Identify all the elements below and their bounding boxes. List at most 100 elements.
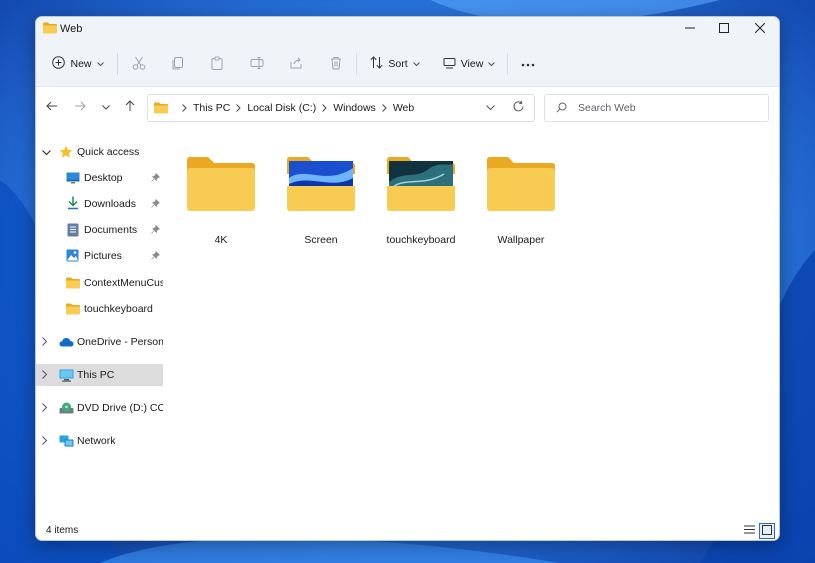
- folder-icon: [66, 277, 80, 289]
- back-button[interactable]: [42, 97, 62, 117]
- minimize-icon: [685, 23, 695, 36]
- toolbar-divider: [507, 53, 508, 75]
- pictures-icon: [66, 249, 79, 262]
- folder-item-touchkeyboard[interactable]: touchkeyboard: [373, 146, 469, 246]
- sidebar-item-onedrive[interactable]: OneDrive - Personal: [36, 331, 163, 353]
- cut-icon: [132, 56, 146, 73]
- close-icon: [754, 22, 766, 36]
- sidebar-item-desktop[interactable]: Desktop: [36, 167, 163, 189]
- arrow-up-icon: [125, 99, 135, 115]
- command-bar: New Sort View: [36, 41, 779, 87]
- minimize-button[interactable]: [673, 17, 707, 41]
- breadcrumb-this-pc[interactable]: This PC: [193, 102, 230, 114]
- recent-locations-button[interactable]: [96, 97, 116, 117]
- sidebar-label: Documents: [84, 224, 138, 236]
- maximize-button[interactable]: [707, 17, 741, 41]
- folder-item-wallpaper[interactable]: Wallpaper: [473, 146, 569, 246]
- pin-icon[interactable]: [151, 172, 161, 185]
- chevron-right-icon[interactable]: [236, 104, 242, 112]
- sidebar-item-touchkeyboard[interactable]: touchkeyboard: [36, 298, 163, 320]
- rename-icon: [250, 56, 264, 73]
- chevron-right-icon[interactable]: [182, 104, 187, 112]
- sidebar-label: Network: [77, 435, 116, 447]
- new-button[interactable]: New: [48, 51, 108, 77]
- folder-icon: [287, 157, 355, 211]
- sidebar-item-pictures[interactable]: Pictures: [36, 245, 163, 267]
- delete-button[interactable]: [325, 51, 347, 77]
- chevron-down-icon[interactable]: [486, 102, 495, 114]
- sort-label: Sort: [388, 58, 408, 70]
- new-label: New: [70, 58, 92, 70]
- breadcrumb-windows[interactable]: Windows: [333, 102, 376, 114]
- forward-button[interactable]: [70, 97, 90, 117]
- details-view-button[interactable]: [741, 523, 757, 539]
- sidebar-label: Quick access: [77, 146, 140, 158]
- chevron-right-icon[interactable]: [42, 403, 48, 415]
- folder-icon: [154, 102, 168, 114]
- folder-item-screen[interactable]: Screen: [273, 146, 369, 246]
- sidebar-label: This PC: [77, 369, 115, 381]
- sidebar-item-quick-access[interactable]: Quick access: [36, 141, 163, 163]
- chevron-right-icon[interactable]: [381, 104, 387, 112]
- large-icons-view-icon: [762, 524, 772, 538]
- view-button[interactable]: View: [440, 51, 498, 77]
- refresh-icon[interactable]: [512, 100, 525, 116]
- sidebar-item-this-pc[interactable]: This PC: [36, 364, 163, 386]
- close-button[interactable]: [743, 17, 777, 41]
- chevron-right-icon[interactable]: [42, 337, 48, 349]
- search-box[interactable]: Search Web: [544, 94, 769, 122]
- share-icon: [289, 56, 303, 73]
- view-label: View: [460, 58, 484, 70]
- star-icon: [59, 145, 73, 159]
- sidebar-label: OneDrive - Personal: [77, 336, 163, 348]
- pin-icon[interactable]: [151, 250, 161, 263]
- folder-name: 4K: [214, 234, 228, 246]
- folder-icon: [66, 303, 80, 315]
- folder-item-4k[interactable]: 4K: [173, 146, 269, 246]
- breadcrumb-web[interactable]: Web: [393, 102, 414, 114]
- delete-icon: [329, 56, 343, 73]
- sidebar-item-dvd-drive[interactable]: DVD Drive (D:) CCCC: [36, 397, 163, 419]
- up-button[interactable]: [120, 97, 140, 117]
- sort-button[interactable]: Sort: [367, 51, 423, 77]
- sidebar-label: Pictures: [84, 250, 122, 262]
- breadcrumb-local-disk[interactable]: Local Disk (C:): [247, 102, 316, 114]
- chevron-right-icon[interactable]: [42, 370, 48, 382]
- rename-button[interactable]: [246, 51, 268, 77]
- pin-icon[interactable]: [151, 224, 161, 237]
- toolbar-divider: [356, 53, 357, 75]
- folder-icon: [387, 157, 455, 211]
- view-icon: [443, 57, 456, 72]
- sidebar-item-downloads[interactable]: Downloads: [36, 193, 163, 215]
- chevron-down-icon: [102, 101, 110, 113]
- item-count: 4 items: [46, 525, 79, 536]
- folder-icon: [487, 157, 555, 211]
- folder-name: Wallpaper: [497, 234, 545, 246]
- sidebar-item-network[interactable]: Network: [36, 430, 163, 452]
- sidebar-item-documents[interactable]: Documents: [36, 219, 163, 241]
- pin-icon[interactable]: [151, 198, 161, 211]
- address-bar[interactable]: This PC Local Disk (C:) Windows Web: [147, 94, 535, 122]
- paste-button[interactable]: [206, 51, 228, 77]
- copy-button[interactable]: [167, 51, 189, 77]
- dvd-drive-icon: [59, 402, 74, 414]
- sidebar-item-contextmenucust[interactable]: ContextMenuCust: [36, 272, 163, 294]
- see-more-button[interactable]: [517, 51, 539, 77]
- cut-button[interactable]: [128, 51, 150, 77]
- chevron-down-icon[interactable]: [42, 147, 51, 159]
- window-title: Web: [60, 23, 83, 35]
- large-icons-view-button[interactable]: [759, 523, 775, 539]
- chevron-right-icon[interactable]: [42, 436, 48, 448]
- chevron-right-icon[interactable]: [322, 104, 327, 112]
- network-icon: [59, 435, 74, 448]
- copy-icon: [171, 56, 185, 73]
- folder-name: touchkeyboard: [386, 234, 456, 246]
- sidebar-label: Downloads: [84, 198, 136, 210]
- search-input[interactable]: Search Web: [578, 102, 636, 114]
- navigation-pane: Quick access Desktop Downloads Documents…: [36, 128, 163, 523]
- share-button[interactable]: [285, 51, 307, 77]
- sidebar-label: ContextMenuCust: [84, 277, 163, 289]
- folder-name: Screen: [304, 234, 338, 246]
- search-icon: [556, 102, 567, 116]
- title-bar[interactable]: Web: [36, 17, 779, 41]
